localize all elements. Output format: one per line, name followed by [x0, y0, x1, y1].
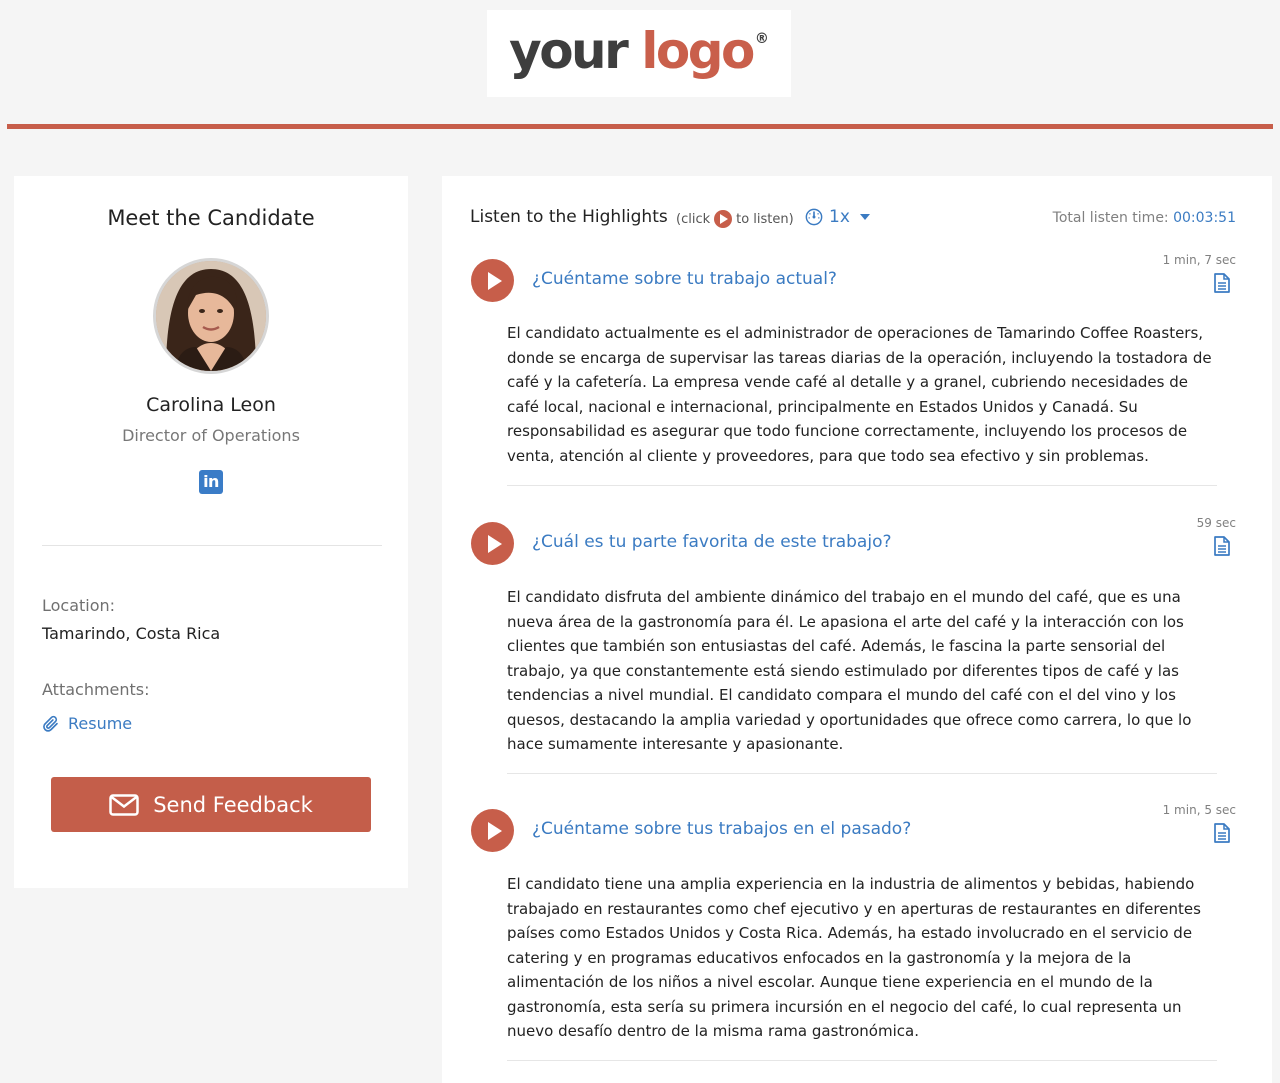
candidate-section-title: Meet the Candidate — [107, 206, 315, 230]
logo-word-your: your — [509, 21, 629, 80]
listen-hint-after: to listen) — [736, 211, 794, 227]
paperclip-icon — [43, 715, 58, 732]
location-value: Tamarindo, Costa Rica — [42, 624, 221, 643]
page: your logo ® Meet the Candidate Carolina L… — [0, 0, 1280, 1083]
candidate-divider — [42, 545, 382, 546]
play-button[interactable] — [471, 259, 514, 302]
answer-summary: El candidato actualmente es el administr… — [507, 324, 1212, 465]
item-divider — [507, 485, 1217, 486]
company-logo: your logo ® — [487, 10, 791, 97]
avatar-portrait — [156, 261, 266, 371]
highlights-card: Listen to the Highlights (click to liste… — [442, 176, 1272, 1083]
location-label: Location: — [42, 596, 116, 615]
listen-hint-before: (click — [676, 211, 711, 227]
question-link[interactable]: ¿Cuál es tu parte favorita de este traba… — [532, 532, 892, 552]
logo-registered-mark: ® — [754, 30, 769, 47]
envelope-icon — [109, 793, 139, 816]
total-listen-value: 00:03:51 — [1173, 210, 1236, 226]
resume-link[interactable]: Resume — [42, 714, 132, 733]
play-button[interactable] — [471, 809, 514, 852]
send-feedback-button[interactable]: Send Feedback — [51, 777, 371, 832]
send-feedback-label: Send Feedback — [153, 792, 313, 817]
candidate-role: Director of Operations — [122, 426, 300, 445]
chevron-down-icon — [859, 214, 870, 220]
document-icon[interactable] — [1214, 273, 1230, 297]
header-divider — [7, 124, 1273, 129]
attachments-label: Attachments: — [42, 680, 150, 699]
speed-gauge-icon — [805, 208, 823, 226]
document-icon[interactable] — [1214, 536, 1230, 560]
candidate-avatar — [153, 258, 269, 374]
linkedin-icon[interactable]: in — [199, 470, 223, 494]
play-icon — [714, 210, 733, 228]
answer-summary: El candidato disfruta del ambiente dinám… — [507, 588, 1192, 753]
candidate-name: Carolina Leon — [146, 394, 276, 416]
question-link[interactable]: ¿Cuéntame sobre tus trabajos en el pasad… — [532, 819, 911, 839]
clip-duration: 1 min, 7 sec — [1162, 253, 1236, 267]
playback-speed-dropdown[interactable]: 1x — [805, 207, 870, 227]
candidate-card: Meet the Candidate Carolina Leon Directo… — [14, 176, 408, 888]
answer-summary: El candidato tiene una amplia experienci… — [507, 875, 1201, 1040]
total-listen-time: Total listen time: 00:03:51 — [1053, 210, 1236, 226]
playback-speed-value: 1x — [829, 207, 850, 227]
item-divider — [507, 1060, 1217, 1061]
item-divider — [507, 773, 1217, 774]
document-icon[interactable] — [1214, 823, 1230, 847]
clip-duration: 1 min, 5 sec — [1162, 803, 1236, 817]
total-listen-label: Total listen time: — [1052, 210, 1174, 226]
logo-word-logo: logo — [641, 21, 755, 80]
listen-hint: (click to listen) — [676, 210, 794, 228]
logo-wordmark: your logo ® — [509, 26, 769, 76]
highlights-title: Listen to the Highlights — [470, 207, 668, 227]
resume-label: Resume — [68, 714, 133, 733]
clip-duration: 59 sec — [1196, 516, 1236, 530]
play-button[interactable] — [471, 522, 514, 565]
question-link[interactable]: ¿Cuéntame sobre tu trabajo actual? — [532, 269, 837, 289]
